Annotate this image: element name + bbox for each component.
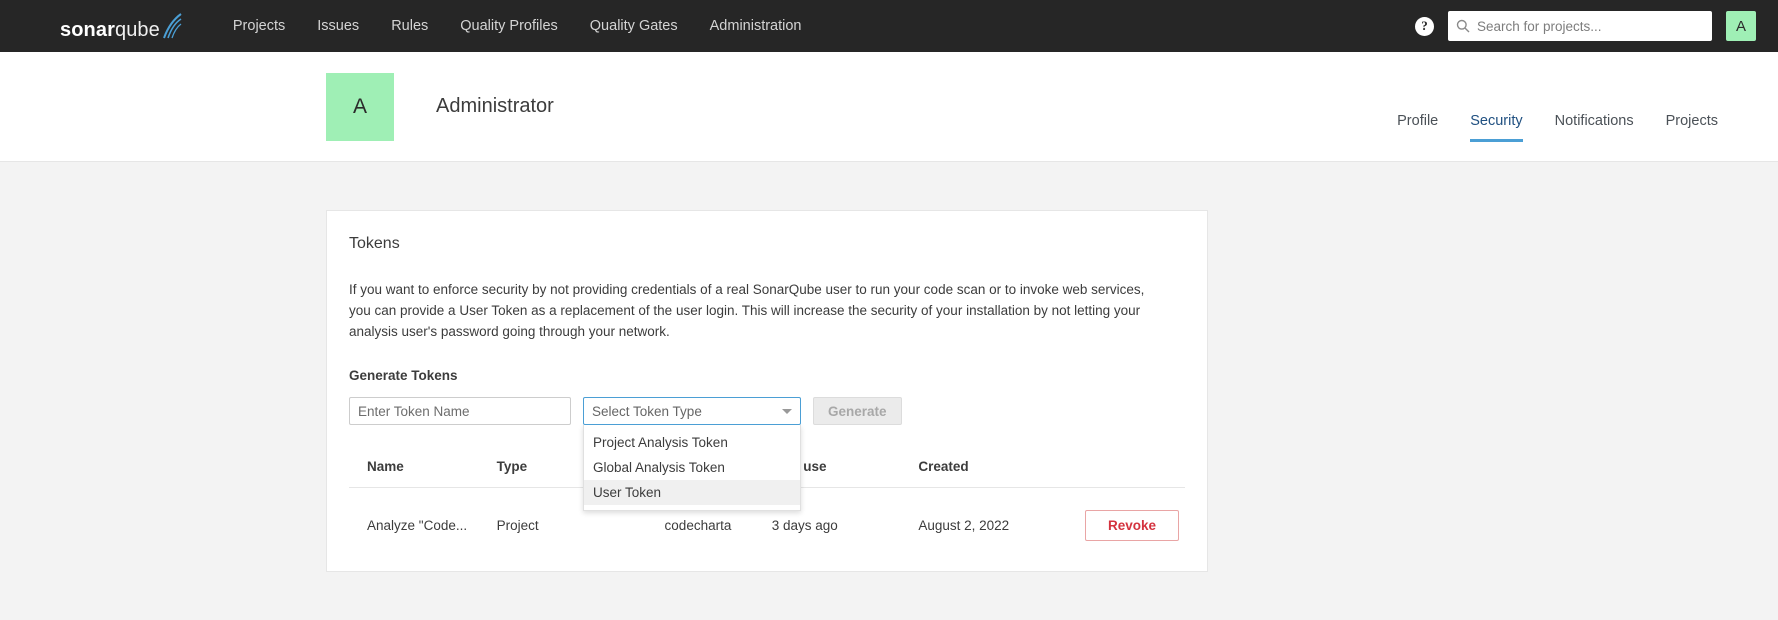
tab-projects[interactable]: Projects <box>1666 113 1718 142</box>
nav-link-quality-gates[interactable]: Quality Gates <box>574 0 694 52</box>
tab-profile[interactable]: Profile <box>1397 113 1438 142</box>
sonarqube-logo[interactable]: sonarqube <box>60 12 183 40</box>
global-nav-right: ? A <box>1415 11 1756 41</box>
tokens-card: Tokens If you want to enforce security b… <box>326 210 1208 572</box>
global-nav-links: Projects Issues Rules Quality Profiles Q… <box>217 0 818 52</box>
profile-tabs: Profile Security Notifications Projects <box>1397 52 1718 161</box>
logo-text: sonarqube <box>60 20 160 40</box>
tokens-card-title: Tokens <box>349 235 400 252</box>
token-type-dropdown-menu: Project Analysis Token Global Analysis T… <box>583 425 801 511</box>
nav-link-quality-profiles[interactable]: Quality Profiles <box>444 0 574 52</box>
option-project-analysis-token[interactable]: Project Analysis Token <box>584 430 800 455</box>
column-header-created: Created <box>918 459 1085 488</box>
page-title: Administrator <box>436 95 554 117</box>
chevron-down-icon <box>782 408 792 414</box>
profile-avatar: A <box>326 72 394 141</box>
nav-link-rules[interactable]: Rules <box>375 0 444 52</box>
tokens-card-description: If you want to enforce security by not p… <box>349 282 1145 339</box>
generate-token-form: Select Token Type Project Analysis Token… <box>349 397 1185 511</box>
nav-link-administration[interactable]: Administration <box>694 0 818 52</box>
token-type-select-wrapper: Select Token Type Project Analysis Token… <box>583 397 801 511</box>
tab-notifications[interactable]: Notifications <box>1555 113 1634 142</box>
logo-text-bold: sonar <box>60 18 115 41</box>
cell-token-created: August 2, 2022 <box>918 518 1010 533</box>
cell-token-name: Analyze "Code... <box>367 518 468 533</box>
search-input[interactable] <box>1477 18 1704 34</box>
user-avatar[interactable]: A <box>1726 11 1756 41</box>
option-global-analysis-token[interactable]: Global Analysis Token <box>584 455 800 480</box>
global-navbar: sonarqube Projects Issues Rules Quality … <box>0 0 1778 52</box>
token-name-input[interactable] <box>349 397 571 425</box>
nav-link-projects[interactable]: Projects <box>217 0 301 52</box>
logo-swoosh-icon <box>162 12 182 38</box>
nav-link-issues[interactable]: Issues <box>301 0 375 52</box>
generate-button[interactable]: Generate <box>813 397 902 425</box>
revoke-button[interactable]: Revoke <box>1084 510 1179 541</box>
cell-token-action: Revoke <box>1084 488 1185 541</box>
profile-header: A Administrator Profile Security Notific… <box>0 52 1778 162</box>
token-type-select-value: Select Token Type <box>592 403 702 419</box>
global-search-box[interactable] <box>1448 11 1712 41</box>
help-icon[interactable]: ? <box>1415 16 1434 36</box>
token-type-select[interactable]: Select Token Type <box>583 397 801 425</box>
column-header-actions <box>1084 459 1185 488</box>
search-icon <box>1456 19 1470 33</box>
option-user-token[interactable]: User Token <box>584 480 800 505</box>
page-body: Tokens If you want to enforce security b… <box>0 162 1778 572</box>
tab-security[interactable]: Security <box>1470 113 1523 143</box>
column-header-name: Name <box>349 459 497 488</box>
generate-tokens-heading: Generate Tokens <box>349 368 458 383</box>
logo-text-light: qube <box>114 18 160 41</box>
